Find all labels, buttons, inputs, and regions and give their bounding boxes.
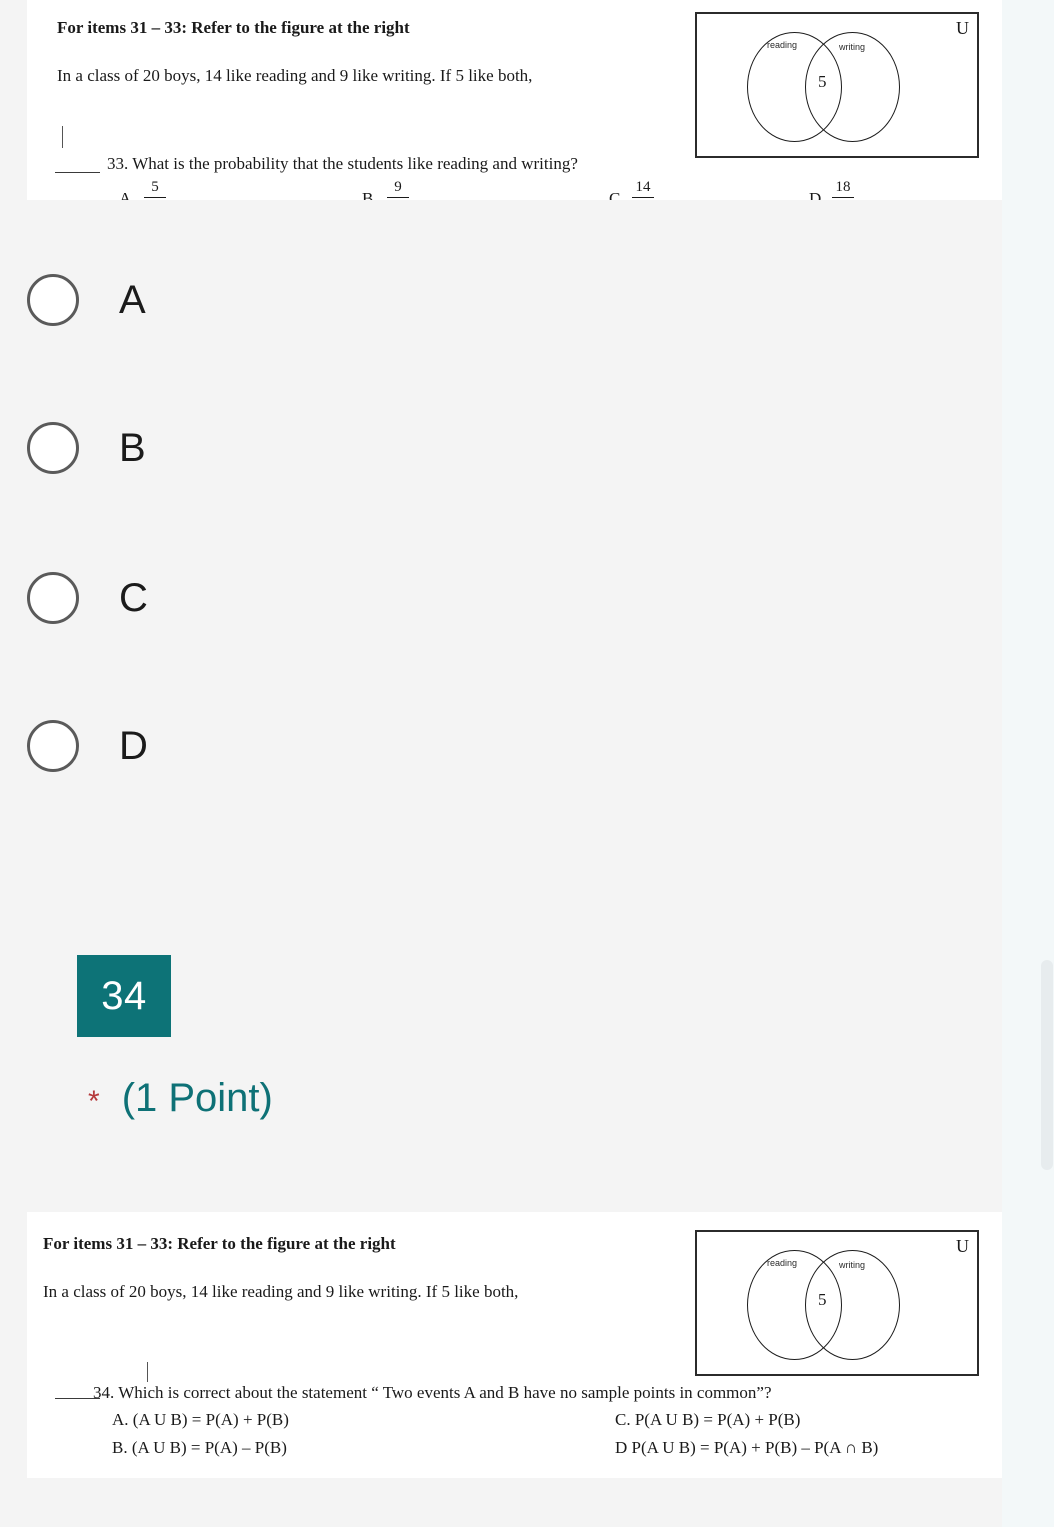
q33-option-d-denominator: 20: [832, 198, 854, 200]
q33-venn-universe-label: U: [956, 18, 969, 38]
q34-option-a-letter: A.: [112, 1410, 129, 1429]
q33-option-c-fraction: 14 20: [632, 180, 654, 200]
q33-option-c-letter: C.: [609, 189, 625, 200]
q33-option-b-numerator: 9: [394, 179, 402, 195]
question-34-number-badge: 34: [77, 955, 171, 1037]
choice-option-a-label: A: [119, 278, 146, 322]
required-asterisk-icon: *: [88, 1085, 100, 1118]
q33-answer-blank: [55, 172, 100, 173]
page-scrollbar-thumb[interactable]: [1041, 960, 1053, 1170]
q33-venn-diagram: U reading writing 5: [695, 12, 979, 158]
q33-option-d-letter: D.: [809, 189, 826, 200]
q34-option-c-text: P(A U B) = P(A) + P(B): [634, 1410, 801, 1429]
q34-option-a: A. (A U B) = P(A) + P(B): [112, 1410, 289, 1430]
q34-option-d: D P(A U B) = P(A) + P(B) – P(A ∩ B): [615, 1438, 878, 1458]
q34-option-b-letter: B.: [112, 1438, 128, 1457]
q33-option-d-numerator: 18: [835, 179, 851, 195]
q33-venn-label-writing: writing: [839, 42, 866, 52]
question-33-image-card: For items 31 – 33: Refer to the figure a…: [27, 0, 1002, 200]
q33-option-a-letter: A.: [119, 189, 136, 200]
q34-option-c-letter: C.: [615, 1410, 631, 1429]
q33-option-b-fraction: 9 20: [387, 180, 409, 200]
q33-venn-intersection-value: 5: [818, 72, 827, 91]
q33-option-a-denominator: 20: [144, 198, 166, 200]
q33-option-a-fraction: 5 20: [144, 180, 166, 200]
radio-button-a-icon[interactable]: [27, 274, 79, 326]
q34-option-d-text: P(A U B) = P(A) + P(B) – P(A ∩ B): [631, 1438, 879, 1457]
q34-question-text: 34. Which is correct about the statement…: [93, 1383, 772, 1402]
question-34-points-row: * (1 Point): [88, 1078, 273, 1118]
page-scrollbar-track[interactable]: [1040, 0, 1054, 1527]
q34-venn-diagram: U reading writing 5: [695, 1230, 979, 1376]
q33-premise: In a class of 20 boys, 14 like reading a…: [57, 66, 533, 85]
radio-button-c-icon[interactable]: [27, 572, 79, 624]
choice-option-c[interactable]: C: [27, 568, 148, 628]
q33-option-b-denominator: 20: [387, 198, 409, 200]
q33-heading: For items 31 – 33: Refer to the figure a…: [57, 18, 410, 37]
q33-venn-label-reading: reading: [767, 40, 798, 50]
radio-button-d-icon[interactable]: [27, 720, 79, 772]
question-34-image-card: For items 31 – 33: Refer to the figure a…: [27, 1212, 1002, 1478]
q34-heading: For items 31 – 33: Refer to the figure a…: [43, 1234, 396, 1253]
choice-option-d-label: D: [119, 724, 148, 768]
q33-option-c-numerator: 14: [635, 179, 651, 195]
q34-option-a-text: (A U B) = P(A) + P(B): [132, 1410, 289, 1429]
q34-option-b: B. (A U B) = P(A) – P(B): [112, 1438, 287, 1458]
choice-option-c-label: C: [119, 576, 148, 620]
q34-option-b-text: (A U B) = P(A) – P(B): [131, 1438, 287, 1457]
radio-button-b-icon[interactable]: [27, 422, 79, 474]
q34-venn-label-reading: reading: [767, 1258, 798, 1268]
q34-option-d-letter: D: [615, 1438, 628, 1457]
q33-option-b-letter: B.: [362, 189, 378, 200]
q34-option-c: C. P(A U B) = P(A) + P(B): [615, 1410, 800, 1430]
choice-option-d[interactable]: D: [27, 716, 148, 776]
q34-venn-label-writing: writing: [839, 1260, 866, 1270]
text-caret: [147, 1362, 148, 1382]
q33-option-c-denominator: 20: [632, 198, 654, 200]
choice-option-b[interactable]: B: [27, 418, 146, 478]
q34-premise: In a class of 20 boys, 14 like reading a…: [43, 1282, 519, 1301]
text-caret: [62, 126, 63, 148]
q33-option-a-numerator: 5: [151, 179, 159, 195]
choice-option-a[interactable]: A: [27, 270, 146, 330]
q34-venn-intersection-value: 5: [818, 1290, 827, 1309]
question-34-points-label: (1 Point): [121, 1076, 273, 1120]
q33-question-text: 33. What is the probability that the stu…: [107, 154, 578, 173]
q34-venn-universe-label: U: [956, 1236, 969, 1256]
forms-quiz-page: For items 31 – 33: Refer to the figure a…: [0, 0, 1054, 1527]
q33-option-d-fraction: 18 20: [832, 180, 854, 200]
choice-option-b-label: B: [119, 426, 146, 470]
